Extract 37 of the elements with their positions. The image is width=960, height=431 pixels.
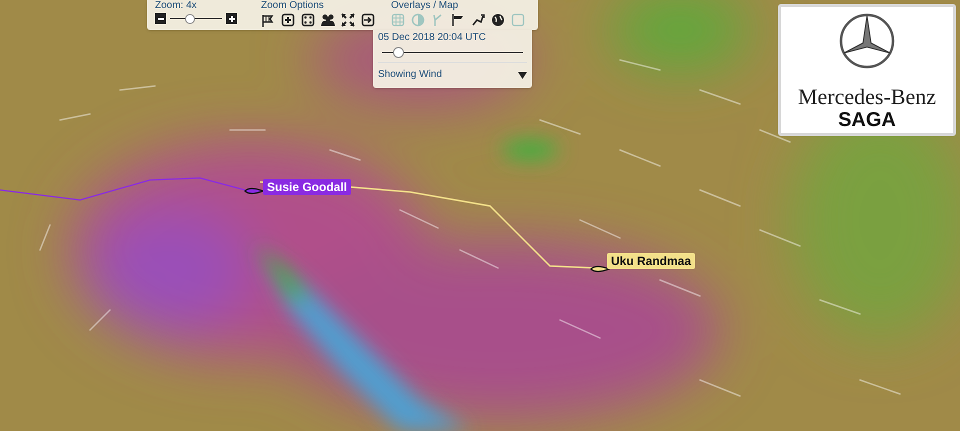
flags-button[interactable] — [261, 13, 275, 27]
square-icon — [511, 13, 525, 27]
exit-icon — [361, 13, 375, 27]
contrast-icon — [411, 13, 425, 27]
flags-icon — [261, 13, 275, 27]
layer-dropdown[interactable]: Showing Wind — [378, 69, 442, 81]
people-icon — [321, 13, 335, 27]
people-button[interactable] — [321, 13, 335, 27]
zoom-in-icon — [281, 13, 295, 27]
flag-icon — [451, 13, 465, 27]
route-icon — [471, 13, 485, 27]
timestamp: 05 Dec 2018 20:04 UTC — [378, 32, 486, 44]
zoom-in-button[interactable] — [226, 13, 237, 24]
dropdown-caret-icon[interactable] — [518, 72, 527, 78]
brand-name: Mercedes-Benz — [798, 85, 936, 109]
expand-icon — [341, 13, 355, 27]
route-button[interactable] — [471, 13, 485, 27]
star-emblem-icon — [839, 13, 895, 69]
zoom-options-label: Zoom Options — [261, 0, 325, 11]
time-slider[interactable] — [382, 46, 523, 58]
sponsor-name: SAGA — [838, 109, 896, 131]
zoom-slider[interactable] — [170, 14, 222, 24]
expand-button[interactable] — [341, 13, 355, 27]
dice-button[interactable] — [301, 13, 315, 27]
overlays-label: Overlays / Map — [391, 0, 460, 11]
exit-button[interactable] — [361, 13, 375, 27]
boat-name-label[interactable]: Susie Goodall — [263, 179, 352, 195]
boat-icon[interactable] — [590, 264, 610, 274]
dice-icon — [301, 13, 315, 27]
zoom-in-button[interactable] — [281, 13, 295, 27]
grid-icon — [391, 13, 405, 27]
boat-name-label[interactable]: Uku Randmaa — [607, 253, 696, 269]
zoom-out-button[interactable] — [155, 13, 166, 24]
flag-button[interactable] — [451, 13, 465, 27]
zoom-slider-thumb[interactable] — [184, 14, 195, 24]
zoom-label: Zoom: 4x — [155, 0, 198, 11]
time-slider-thumb[interactable] — [393, 46, 404, 58]
